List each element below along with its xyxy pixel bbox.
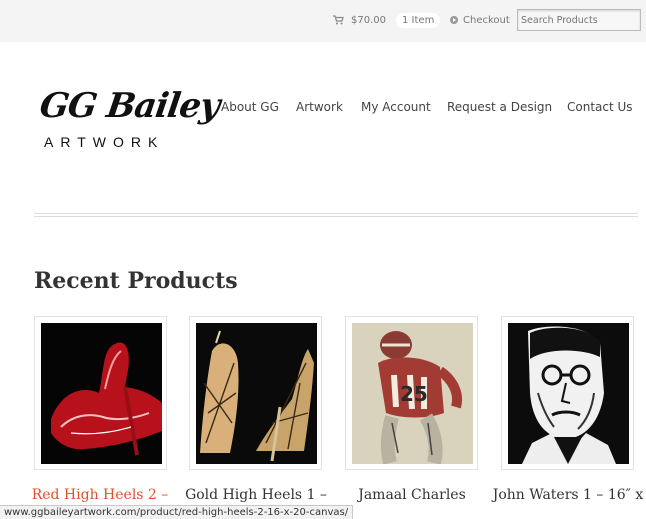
checkout-link[interactable]: Checkout [450, 11, 510, 29]
cart-total[interactable]: $70.00 [351, 15, 386, 26]
nav-item-request-design[interactable]: Request a Design [447, 100, 552, 118]
header-divider [34, 213, 638, 214]
product-image[interactable]: 25 [352, 323, 473, 464]
product-title-link[interactable]: Jamaal Charles [332, 487, 492, 503]
product-card-image[interactable] [189, 316, 322, 470]
product-card-image[interactable] [34, 316, 167, 470]
checkout-icon [450, 16, 458, 24]
product-title-link[interactable]: Red High Heels 2 – [20, 487, 180, 503]
search-input[interactable] [517, 9, 641, 31]
nav-item-contact[interactable]: Contact Us [567, 100, 633, 118]
logo-script-text: GG Bailey [37, 86, 222, 126]
product-image[interactable] [196, 323, 317, 464]
product-image[interactable] [41, 323, 162, 464]
product-card-image[interactable]: 25 [345, 316, 478, 470]
checkout-label[interactable]: Checkout [463, 15, 510, 26]
header-divider-secondary [34, 216, 638, 217]
cart-icon [333, 15, 344, 25]
top-bar: $70.00 1 Item Checkout [0, 0, 646, 42]
site-logo[interactable]: GG Bailey ARTWORK [37, 86, 222, 154]
product-title-link[interactable]: John Waters 1 – 16″ x [488, 487, 646, 503]
status-bar-url: www.ggbaileyartwork.com/product/red-high… [0, 505, 354, 519]
nav-item-my-account[interactable]: My Account [361, 100, 431, 118]
section-title: Recent Products [34, 268, 238, 294]
svg-text:25: 25 [400, 382, 428, 406]
cart-summary[interactable]: $70.00 1 Item [333, 11, 441, 29]
product-image[interactable] [508, 323, 629, 464]
product-title-link[interactable]: Gold High Heels 1 – [176, 487, 336, 503]
product-card-image[interactable] [501, 316, 634, 470]
nav-item-artwork[interactable]: Artwork [296, 100, 343, 118]
logo-sub-text: ARTWORK [44, 134, 165, 150]
cart-item-count[interactable]: 1 Item [396, 12, 441, 28]
nav-item-about[interactable]: About GG [221, 100, 279, 118]
